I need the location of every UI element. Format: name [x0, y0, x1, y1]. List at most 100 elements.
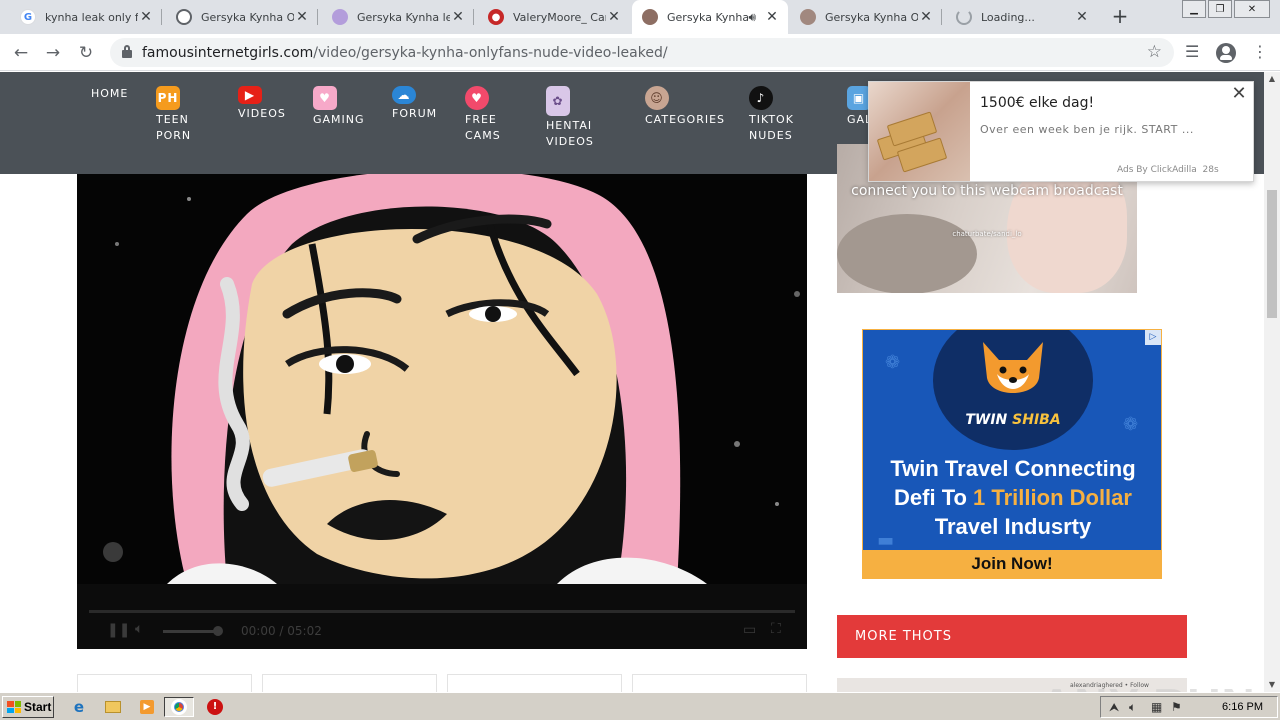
tab-title: Gersyka Kynha: [667, 10, 749, 24]
new-tab-button[interactable]: +: [1108, 5, 1132, 29]
heart-chat-icon: ♥: [313, 86, 337, 110]
notification-title: 1500€ elke dag!: [980, 95, 1095, 111]
menu-kebab-icon[interactable]: ⋮: [1252, 42, 1268, 61]
tab-strip: G kynha leak only fans ✕ Gersyka Kynha O…: [0, 0, 1280, 34]
pause-icon[interactable]: ❚❚: [107, 622, 130, 638]
start-button[interactable]: Start: [2, 696, 54, 718]
spinner-icon: [956, 9, 972, 25]
join-now-button[interactable]: Join Now!: [863, 550, 1161, 578]
twin-shiba-ad[interactable]: TWIN SHIBA ❁ ❁ ▬ Twin Travel Connecting …: [862, 329, 1162, 579]
notification-body: Over een week ben je rijk. START ...: [980, 123, 1194, 136]
nav-tiktok-nudes[interactable]: ♪ TIKTOK NUDES: [749, 86, 809, 144]
site-avatar-icon: [642, 9, 658, 25]
video-progress-bar[interactable]: [89, 610, 795, 613]
anyrun-watermark: ANY RUN: [1040, 678, 1256, 692]
tiktok-icon: ♪: [749, 86, 773, 110]
volume-icon[interactable]: 🔈︎: [135, 621, 143, 637]
nav-videos[interactable]: ▶ VIDEOS: [238, 86, 286, 122]
forward-button[interactable]: →: [40, 40, 66, 66]
close-tab-icon[interactable]: ✕: [764, 9, 780, 25]
theater-mode-icon[interactable]: ▭: [743, 622, 756, 638]
related-video-card[interactable]: [447, 674, 622, 692]
youtube-icon: ▶: [238, 86, 262, 104]
address-bar[interactable]: famousinternetgirls.com/video/gersyka-ky…: [110, 38, 1174, 67]
warning-app-icon[interactable]: !: [204, 697, 226, 717]
close-tab-icon[interactable]: ✕: [138, 9, 154, 25]
tab-1[interactable]: Gersyka Kynha OnlyFans ✕: [166, 0, 318, 34]
nav-gaming[interactable]: ♥ GAMING: [313, 86, 365, 128]
webcam-ad-caption: chaturbate/sandi_lo: [952, 230, 1022, 238]
nav-categories[interactable]: ☺ CATEGORIES: [645, 86, 725, 128]
close-tab-icon[interactable]: ✕: [606, 9, 622, 25]
media-queue-icon[interactable]: ☰: [1185, 42, 1199, 61]
profile-avatar-icon[interactable]: [1216, 43, 1236, 63]
tab-4-active[interactable]: Gersyka Kynha 🔊︎ ✕: [632, 0, 788, 34]
nav-teen-porn[interactable]: PH TEEN PORN: [156, 86, 216, 144]
tab-title: ValeryMoore_ Cam: [513, 10, 606, 24]
chrome-taskbar-icon[interactable]: [164, 697, 194, 717]
push-notification-ad[interactable]: 1500€ elke dag! Over een week ben je rij…: [868, 81, 1254, 182]
scroll-up-icon[interactable]: ▲: [1264, 72, 1280, 86]
close-tab-icon[interactable]: ✕: [450, 9, 466, 25]
windows-taskbar: Start e ▶ ! ⮝ 🔈︎ ▦ ⚑ 6:16 PM: [0, 692, 1280, 720]
nav-hentai-videos[interactable]: ✿ HENTAI VIDEOS: [546, 86, 606, 150]
tab-title: Gersyka Kynha OnlyFans: [201, 10, 294, 24]
more-thots-header[interactable]: MORE THOTS: [837, 615, 1187, 658]
tab-3[interactable]: ● ValeryMoore_ Cam ✕: [478, 0, 630, 34]
restore-icon[interactable]: ❐: [1208, 0, 1232, 18]
scroll-down-icon[interactable]: ▼: [1264, 678, 1280, 692]
url-text[interactable]: famousinternetgirls.com/video/gersyka-ky…: [142, 45, 668, 61]
close-tab-icon[interactable]: ✕: [294, 9, 310, 25]
webcam-ad-text: connect you to this webcam broadcast: [851, 183, 1123, 199]
related-video-card[interactable]: [632, 674, 807, 692]
related-video-card[interactable]: [77, 674, 252, 692]
back-button[interactable]: ←: [8, 40, 34, 66]
shiba-dog-logo-icon: [983, 342, 1043, 393]
video-controls: ❚❚ 🔈︎ 00:00 / 05:02 ▭ ⛶: [77, 584, 807, 649]
cloud-icon: ☁: [392, 86, 416, 104]
close-notification-icon[interactable]: ✕: [1229, 84, 1249, 104]
tray-expand-icon[interactable]: ⮝: [1109, 700, 1119, 715]
system-tray: ⮝ 🔈︎ ▦ ⚑ 6:16 PM: [1100, 696, 1278, 718]
close-tab-icon[interactable]: ✕: [918, 9, 934, 25]
chat-bubble-icon: ●: [488, 9, 504, 25]
nav-free-cams[interactable]: ♥ FREE CAMS: [465, 86, 521, 144]
paw-icon: ❁: [1123, 414, 1139, 435]
media-player-icon[interactable]: ▶: [136, 697, 158, 717]
ie-icon[interactable]: e: [68, 697, 90, 717]
anime-girl-icon: ✿: [546, 86, 570, 116]
network-tray-icon[interactable]: ▦: [1151, 700, 1162, 714]
volume-knob[interactable]: [213, 626, 223, 636]
ph-logo-icon: PH: [156, 86, 180, 110]
volume-slider[interactable]: [163, 630, 219, 633]
flag-tray-icon[interactable]: ⚑: [1171, 700, 1182, 714]
close-tab-icon[interactable]: ✕: [1074, 9, 1090, 25]
tab-2[interactable]: Gersyka Kynha leaked ✕: [322, 0, 474, 34]
tab-title: Loading...: [981, 10, 1035, 24]
ad-choices-icon[interactable]: ▷: [1145, 330, 1161, 345]
nav-forum[interactable]: ☁ FORUM: [392, 86, 437, 122]
audio-playing-icon[interactable]: 🔊︎: [748, 10, 756, 25]
tab-0[interactable]: G kynha leak only fans ✕: [10, 0, 162, 34]
lock-icon[interactable]: [122, 45, 132, 58]
nav-home[interactable]: HOME: [91, 86, 128, 102]
folder-icon[interactable]: [102, 697, 124, 717]
video-frame-illustration: [77, 174, 807, 584]
bookmark-star-icon[interactable]: ☆: [1147, 42, 1162, 62]
taskbar-clock[interactable]: 6:16 PM: [1222, 701, 1263, 713]
minimize-icon[interactable]: ▁: [1182, 0, 1206, 18]
video-player[interactable]: ❚❚ 🔈︎ 00:00 / 05:02 ▭ ⛶: [77, 174, 807, 649]
tab-6[interactable]: Loading... ✕: [946, 0, 1098, 34]
tab-5[interactable]: Gersyka Kynha OnlyFans ✕: [790, 0, 942, 34]
scrollbar-thumb[interactable]: [1267, 190, 1277, 318]
twin-shiba-brand: TWIN SHIBA: [965, 412, 1061, 428]
close-window-icon[interactable]: ✕: [1234, 0, 1270, 18]
page-scrollbar[interactable]: ▲ ▼: [1264, 72, 1280, 692]
tab-title: Gersyka Kynha OnlyFans: [825, 10, 918, 24]
reload-button[interactable]: ↻: [73, 40, 99, 66]
windows-logo-icon: [7, 701, 21, 713]
volume-tray-icon[interactable]: 🔈︎: [1129, 700, 1136, 715]
fullscreen-icon[interactable]: ⛶: [771, 621, 781, 637]
related-video-card[interactable]: [262, 674, 437, 692]
tab-title: kynha leak only fans: [45, 10, 138, 24]
